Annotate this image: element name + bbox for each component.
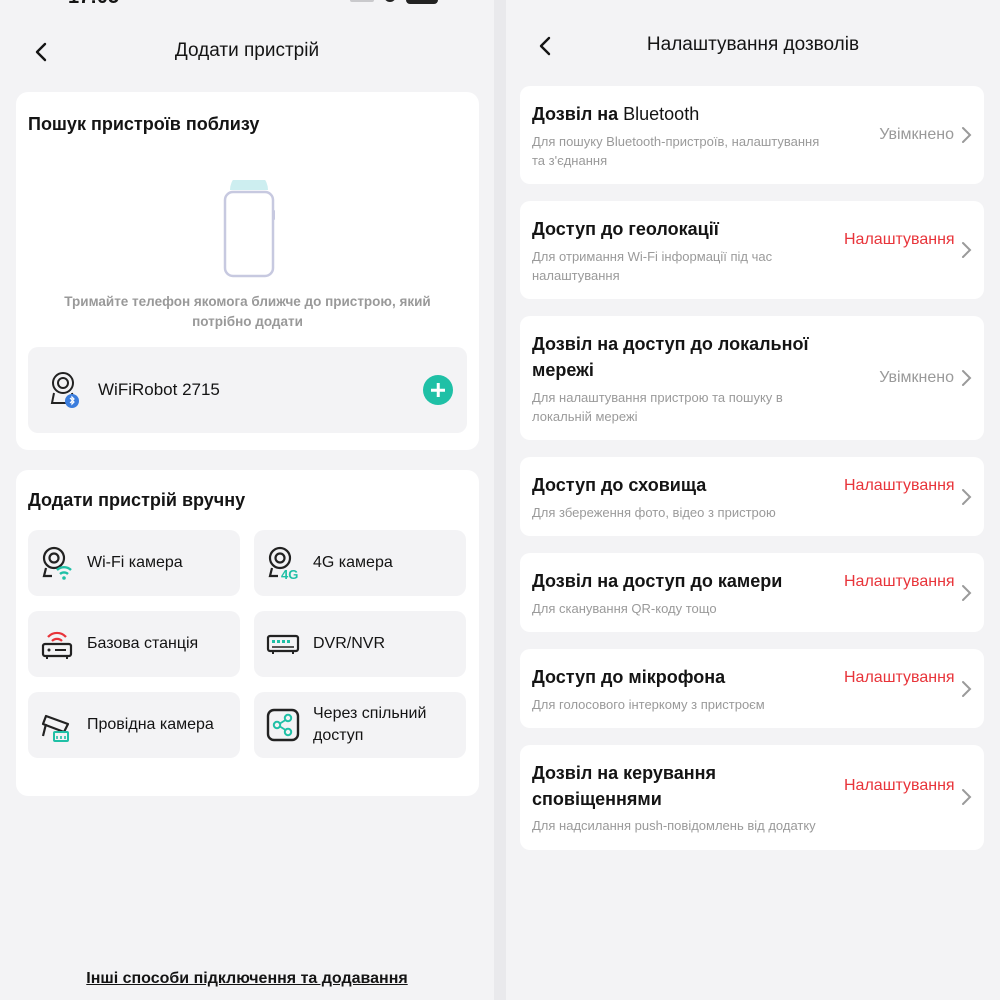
- permission-storage[interactable]: Доступ до сховища Для збереження фото, в…: [520, 457, 984, 536]
- permission-title: Доступ до геолокації: [532, 219, 719, 239]
- permission-title: Дозвіл на керування сповіщеннями: [532, 763, 717, 809]
- header: Налаштування дозволів: [506, 24, 1000, 64]
- permission-status: Налаштування: [844, 477, 955, 494]
- permission-camera[interactable]: Дозвіл на доступ до камери Для скануванн…: [520, 553, 984, 632]
- device-type-shared-access[interactable]: Через спільний доступ: [254, 692, 466, 758]
- tile-label: DVR/NVR: [313, 635, 386, 652]
- dvr-nvr-icon: [266, 634, 300, 654]
- permission-title: Дозвіл на доступ до камери: [532, 571, 783, 591]
- permission-desc: Для пошуку Bluetooth-пристроїв, налаштув…: [532, 134, 820, 168]
- permission-desc: Для надсилання push-повідомлень від дода…: [532, 818, 816, 833]
- page-title: Налаштування дозволів: [646, 34, 860, 55]
- device-type-dvr-nvr[interactable]: DVR/NVR: [254, 611, 466, 677]
- svg-text:4G: 4G: [281, 567, 298, 580]
- nearby-search-card: Пошук пристроїв поблизу Тримайте телефон…: [16, 92, 479, 450]
- status-bar: 17:05: [0, 0, 494, 8]
- permission-desc: Для голосового інтеркому з пристроєм: [532, 697, 765, 712]
- tile-label: Базова станція: [87, 635, 199, 652]
- signal-icon: [350, 0, 374, 2]
- tile-label: Провідна камера: [87, 716, 214, 733]
- page-title: Додати пристрій: [174, 40, 320, 61]
- bluetooth-camera-icon: [50, 372, 79, 408]
- chevron-right-icon: [962, 127, 972, 143]
- permission-status: Налаштування: [844, 777, 955, 794]
- status-time: 17:05: [68, 0, 119, 9]
- permission-title: Дозвіл на Bluetooth: [532, 104, 700, 124]
- battery-icon: [406, 0, 438, 4]
- permission-desc: Для збереження фото, відео з пристрою: [532, 505, 776, 520]
- manual-section-title: Додати пристрій вручну: [28, 490, 246, 510]
- permission-desc: Для сканування QR-коду тощо: [532, 601, 717, 616]
- permission-status: Увімкнено: [879, 369, 954, 386]
- chevron-right-icon: [962, 489, 972, 505]
- status-icons: [350, 0, 438, 4]
- chevron-right-icon: [962, 585, 972, 601]
- add-device-button[interactable]: [423, 375, 453, 405]
- chevron-right-icon: [962, 370, 972, 386]
- phone-search-icon: [223, 180, 275, 278]
- nearby-hint: Тримайте телефон якомога ближче до прист…: [64, 294, 431, 329]
- permission-status: Налаштування: [844, 669, 955, 686]
- permission-title: Доступ до мікрофона: [532, 667, 726, 687]
- permission-notifications[interactable]: Дозвіл на керування сповіщеннями Для над…: [520, 745, 984, 850]
- device-type-wifi-camera[interactable]: Wi-Fi камера: [28, 530, 240, 596]
- device-type-base-station[interactable]: Базова станція: [28, 611, 240, 677]
- add-device-screen: 17:05 Додати пристрій Пошук пристроїв по…: [0, 0, 494, 1000]
- found-device-row[interactable]: WiFiRobot 2715: [28, 347, 467, 433]
- wired-camera-icon: [41, 714, 70, 742]
- permission-desc: Для отримання Wi-Fi інформації під час н…: [532, 249, 773, 283]
- permission-status: Налаштування: [844, 573, 955, 590]
- permission-status: Увімкнено: [879, 126, 954, 143]
- device-type-wired-camera[interactable]: Провідна камера: [28, 692, 240, 758]
- other-methods-link[interactable]: Інші способи підключення та додавання: [0, 970, 494, 988]
- permission-geolocation[interactable]: Доступ до геолокації Для отримання Wi-Fi…: [520, 201, 984, 299]
- manual-add-card: Додати пристрій вручну Wi-Fi камера 4G 4…: [16, 470, 479, 796]
- tile-label: Через спільний доступ: [313, 705, 427, 744]
- base-station-icon: [41, 631, 73, 659]
- tile-label: Wi-Fi камера: [87, 554, 183, 571]
- permission-status: Налаштування: [844, 231, 955, 248]
- permission-title: Дозвіл на доступ до локальної мережі: [532, 334, 809, 380]
- permission-desc: Для налаштування пристрою та пошуку в ло…: [532, 390, 783, 424]
- wifi-camera-icon: [42, 546, 72, 580]
- 4g-camera-icon: 4G: [268, 546, 298, 580]
- permission-local-network[interactable]: Дозвіл на доступ до локальної мережі Для…: [520, 316, 984, 440]
- found-device-name: WiFiRobot 2715: [98, 380, 220, 399]
- chevron-right-icon: [962, 789, 972, 805]
- tile-label: 4G камера: [313, 554, 393, 571]
- permissions-screen: Налаштування дозволів Дозвіл на Bluetoot…: [506, 0, 1000, 1000]
- permission-title: Доступ до сховища: [532, 475, 707, 495]
- permission-microphone[interactable]: Доступ до мікрофона Для голосового інтер…: [520, 649, 984, 728]
- share-icon: [266, 708, 300, 742]
- wifi-icon: [384, 0, 396, 2]
- device-type-4g-camera[interactable]: 4G 4G камера: [254, 530, 466, 596]
- chevron-right-icon: [962, 681, 972, 697]
- nearby-section-title: Пошук пристроїв поблизу: [28, 114, 260, 134]
- header: Додати пристрій: [0, 30, 494, 70]
- permission-bluetooth[interactable]: Дозвіл на Bluetooth Для пошуку Bluetooth…: [520, 86, 984, 184]
- chevron-right-icon: [962, 242, 972, 258]
